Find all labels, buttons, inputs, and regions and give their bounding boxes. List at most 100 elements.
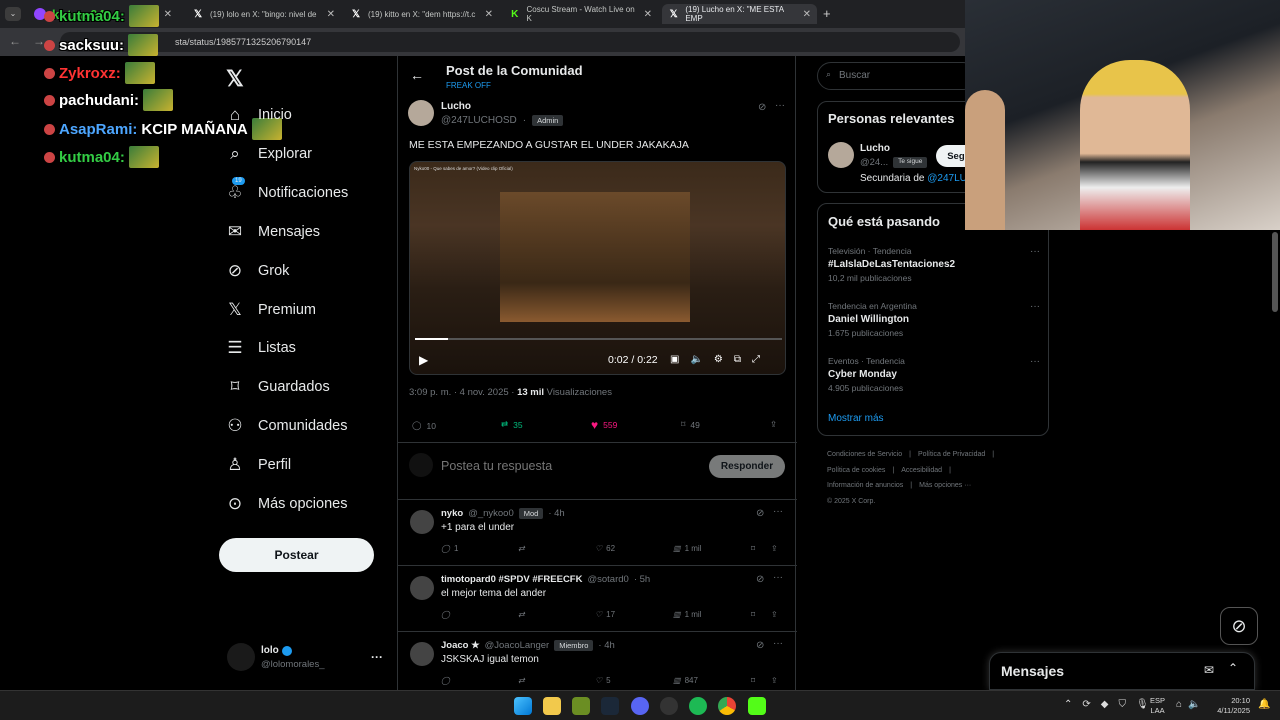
chevron-up-icon[interactable]: ⌃ [1228, 661, 1238, 675]
fullscreen-icon[interactable]: ⤢ [752, 354, 760, 365]
more-icon[interactable]: ··· [775, 100, 785, 111]
grok-icon[interactable]: ⊘ [756, 574, 764, 585]
app-tray-icon[interactable]: ◆ [1101, 699, 1109, 710]
notification-bell-icon[interactable]: 🔔 [1258, 699, 1270, 710]
bio-link[interactable]: @247LU [927, 173, 967, 184]
mic-icon[interactable]: 🎙 [1136, 699, 1149, 710]
avatar[interactable] [410, 510, 434, 534]
reply-time[interactable]: · 5h [634, 574, 650, 585]
community-name[interactable]: FREAK OFF [446, 81, 491, 90]
more-icon[interactable]: ··· [1030, 301, 1040, 312]
share-icon[interactable]: ⇪ [771, 544, 778, 553]
repost-button[interactable]: ⇄ [518, 544, 529, 553]
reply-input[interactable] [441, 457, 691, 475]
bookmark-button[interactable]: ⌑ 49 [681, 419, 700, 430]
share-icon[interactable]: ⇪ [771, 610, 778, 619]
trend-item[interactable]: Tendencia en Argentina Daniel Willington 1… [828, 301, 1040, 338]
trend-item[interactable]: Eventos · Tendencia Cyber Monday 4.905 pub… [828, 356, 1040, 393]
sidebar-item-perfil[interactable]: ♙ Perfil [226, 455, 291, 475]
repost-button[interactable]: ⇄ [518, 610, 529, 619]
reply-item[interactable]: timotopard0 #SPDV #FREECFK @sotard0 · 5h ⊘ ·… [398, 565, 797, 631]
sidebar-item-notificaciones[interactable]: ♧ 19 Notificaciones [226, 176, 348, 203]
sync-icon[interactable]: ⟳ [1082, 699, 1090, 710]
close-icon[interactable]: ✕ [164, 9, 172, 20]
trend-item[interactable]: Televisión · Tendencia #LaIslaDeLasTentac… [828, 246, 1040, 283]
chevron-up-icon[interactable]: ⌃ [1064, 699, 1072, 710]
spotify-icon[interactable] [689, 697, 707, 715]
new-tab-button[interactable]: + [823, 6, 831, 21]
steam-icon[interactable] [601, 697, 619, 715]
shield-icon[interactable]: ⛉ [1118, 699, 1126, 710]
windows-start-icon[interactable] [514, 697, 532, 715]
views-button[interactable]: ▥ 847 [673, 676, 698, 685]
video-progress-track[interactable] [415, 338, 782, 340]
url-field[interactable]: sta/status/1985771325206790147 [60, 32, 960, 52]
footer-link[interactable]: Información de anuncios [827, 482, 903, 489]
share-icon[interactable]: ⇪ [771, 676, 778, 685]
footer-link[interactable]: Condiciones de Servicio [827, 451, 902, 458]
captions-icon[interactable]: ▣ [670, 354, 679, 365]
author-handle[interactable]: @sotard0 [587, 574, 628, 585]
sidebar-item-guardados[interactable]: ⌑ Guardados [226, 377, 330, 397]
grok-icon[interactable]: ⊘ [758, 102, 766, 113]
views-button[interactable]: ▥ 1 mil [673, 610, 701, 619]
avatar[interactable] [408, 100, 434, 126]
footer-link[interactable]: Más opciones ··· [919, 482, 971, 489]
more-icon[interactable]: ··· [773, 638, 783, 649]
reply-button[interactable]: ◯ 10 [412, 420, 436, 431]
author-name[interactable]: Lucho [441, 101, 471, 112]
reply-time[interactable]: · 4h [598, 640, 614, 651]
relevant-name[interactable]: Lucho [860, 143, 890, 154]
sidebar-item-listas[interactable]: ☰ Listas [226, 338, 296, 358]
close-icon[interactable]: ✕ [327, 9, 335, 20]
views-button[interactable]: ▥ 1 mil [673, 544, 701, 553]
post-timestamp[interactable]: 3:09 p. m. · 4 nov. 2025 · [409, 387, 517, 398]
messages-drawer[interactable]: Mensajes ✉ ⌃ [989, 652, 1255, 690]
close-icon[interactable]: ✕ [803, 9, 811, 20]
close-icon[interactable]: ✕ [485, 9, 493, 20]
more-icon[interactable]: ··· [773, 572, 783, 583]
more-icon[interactable]: ··· [773, 506, 783, 517]
author-name[interactable]: Joaco ★ [441, 640, 480, 651]
play-icon[interactable]: ▶ [419, 353, 428, 367]
bookmark-icon[interactable]: ⌑ [751, 610, 755, 619]
repost-button[interactable]: ⇄ 35 [501, 419, 523, 430]
author-name[interactable]: nyko [441, 508, 463, 519]
avatar[interactable] [227, 643, 255, 671]
pip-icon[interactable]: ⧉ [734, 354, 741, 365]
author-handle[interactable]: @JoacoLanger [485, 640, 550, 651]
reply-button[interactable]: ◯ [441, 610, 454, 619]
footer-link[interactable]: Política de Privacidad [918, 451, 985, 458]
settings-gear-icon[interactable]: ⚙ [714, 354, 723, 365]
grok-icon[interactable]: ⊘ [1220, 607, 1258, 645]
bookmark-icon[interactable]: ⌑ [751, 676, 755, 685]
footer-link[interactable]: © 2025 X Corp. [827, 498, 875, 505]
reply-item[interactable]: nyko @_nykoo0 Mod · 4h ⊘ ··· +1 para el under ◯… [398, 499, 797, 565]
author-name[interactable]: timotopard0 #SPDV #FREECFK [441, 574, 582, 585]
x-logo-icon[interactable]: 𝕏 [226, 66, 244, 92]
sidebar-item-inicio[interactable]: ⌂ Inicio [226, 105, 292, 125]
app-icon[interactable] [572, 697, 590, 715]
tab-search-button[interactable]: ⌄ [5, 7, 21, 21]
grok-icon[interactable]: ⊘ [756, 640, 764, 651]
repost-button[interactable]: ⇄ [518, 676, 529, 685]
sidebar-item-mensajes[interactable]: ✉ Mensajes [226, 222, 320, 242]
share-icon[interactable]: ⇪ [770, 419, 777, 430]
back-arrow-icon[interactable]: ← [410, 67, 424, 83]
reply-button[interactable]: ◯ 1 [441, 544, 458, 553]
like-button[interactable]: ♡ 62 [595, 544, 615, 553]
avatar[interactable] [828, 142, 854, 168]
network-icon[interactable]: ⌂ [1176, 699, 1182, 710]
more-icon[interactable]: ··· [1030, 246, 1040, 257]
reply-button[interactable]: ◯ [441, 676, 454, 685]
tab-3[interactable]: K Coscu Stream - Watch Live on K ✕ [503, 4, 658, 24]
discord-icon[interactable] [631, 697, 649, 715]
account-more-icon[interactable]: ··· [371, 650, 383, 664]
like-button[interactable]: ♡ 5 [595, 676, 611, 685]
more-icon[interactable]: ··· [1030, 356, 1040, 367]
clock[interactable]: 20:10 4/11/2025 [1210, 696, 1250, 716]
back-arrow-icon[interactable]: ← [9, 34, 21, 48]
tab-2[interactable]: 𝕏 (19) kitto en X: "dem https://t.c ✕ [344, 4, 499, 24]
sidebar-item-grok[interactable]: ⊘ Grok [226, 261, 290, 281]
account-switcher[interactable]: lolo @lolomorales_ [261, 645, 325, 670]
